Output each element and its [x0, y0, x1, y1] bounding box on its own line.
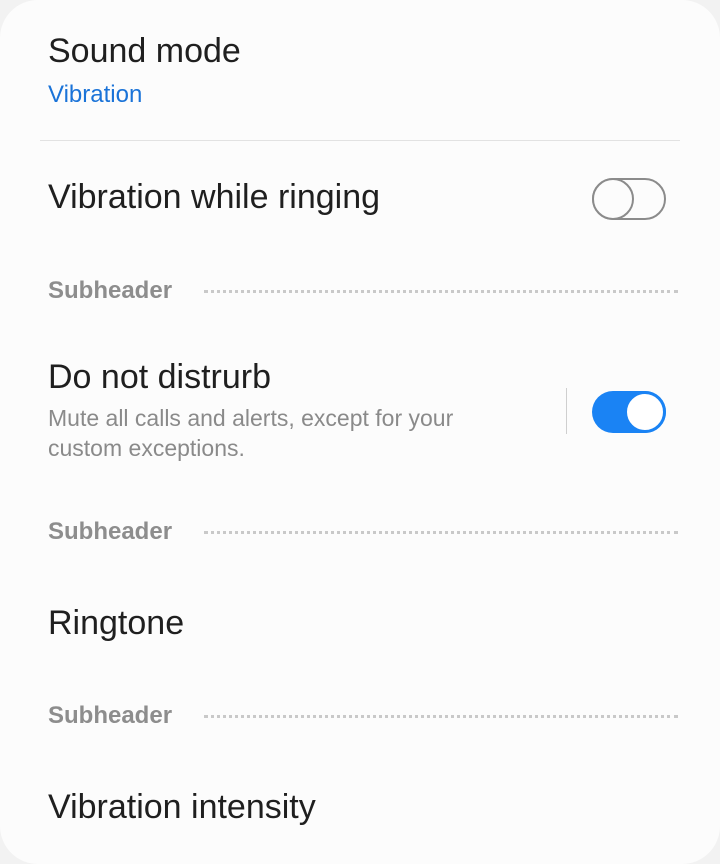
- vertical-separator: [566, 388, 567, 434]
- subheader-2: Subheader: [48, 517, 678, 547]
- settings-card: Sound mode Vibration Vibration while rin…: [0, 0, 720, 864]
- subheader-label: Subheader: [48, 277, 173, 304]
- ringtone-item[interactable]: Ringtone: [48, 604, 672, 643]
- vibration-while-ringing-toggle[interactable]: [592, 178, 666, 220]
- subheader-label: Subheader: [48, 702, 173, 729]
- do-not-disturb-summary: Mute all calls and alerts, except for yo…: [48, 405, 454, 462]
- subheader-3: Subheader: [48, 701, 678, 731]
- vibration-while-ringing-item[interactable]: Vibration while ringing: [48, 178, 672, 217]
- sound-mode-value: Vibration: [48, 81, 143, 109]
- subheader-1: Subheader: [48, 276, 678, 306]
- sound-mode-item[interactable]: Sound mode Vibration: [48, 32, 672, 109]
- vibration-intensity-item[interactable]: Vibration intensity: [48, 788, 672, 827]
- subheader-dotted-line: [204, 714, 678, 718]
- subheader-dotted-line: [204, 289, 678, 293]
- subheader-label: Subheader: [48, 518, 173, 545]
- sound-mode-title: Sound mode: [48, 32, 241, 70]
- subheader-dotted-line: [204, 530, 678, 534]
- do-not-disturb-item[interactable]: Do not distrurb Mute all calls and alert…: [48, 358, 560, 463]
- vibration-while-ringing-title: Vibration while ringing: [48, 178, 381, 216]
- do-not-disturb-toggle[interactable]: [592, 391, 666, 433]
- vibration-intensity-title: Vibration intensity: [48, 788, 316, 826]
- toggle-knob: [592, 178, 634, 220]
- ringtone-title: Ringtone: [48, 604, 185, 642]
- toggle-knob: [624, 391, 666, 433]
- do-not-disturb-title: Do not distrurb: [48, 358, 271, 396]
- divider: [40, 140, 680, 141]
